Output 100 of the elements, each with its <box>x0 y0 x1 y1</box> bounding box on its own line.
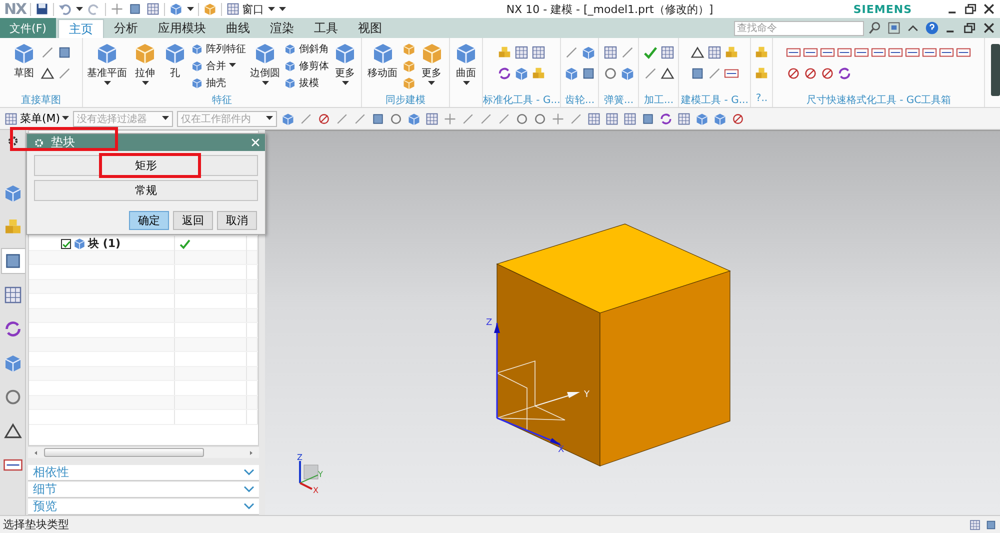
grid-icon[interactable] <box>425 112 440 126</box>
resource-tab[interactable] <box>0 248 24 274</box>
ribbon-tab[interactable]: 分析 <box>104 19 148 38</box>
cube-icon[interactable] <box>564 66 579 81</box>
checkbox[interactable] <box>61 238 71 248</box>
cube-icon[interactable] <box>713 112 728 126</box>
triangle-icon[interactable] <box>660 66 675 81</box>
grid-icon[interactable] <box>531 45 546 60</box>
ribbon-tab[interactable]: 渲染 <box>260 19 304 38</box>
circle-icon[interactable] <box>533 112 548 126</box>
ribbon-tab[interactable]: 主页 <box>58 19 104 38</box>
cube-icon[interactable] <box>695 112 710 126</box>
square-icon[interactable] <box>641 112 656 126</box>
collapsible-section[interactable]: 预览 <box>28 498 259 515</box>
ribbon-button[interactable]: 合并 <box>191 58 246 73</box>
grid-icon[interactable] <box>602 45 618 60</box>
fit-window-icon[interactable] <box>887 21 901 35</box>
ribbon-button[interactable]: 草图 <box>10 41 38 80</box>
plus-icon[interactable] <box>443 112 458 126</box>
circle-icon[interactable] <box>389 112 404 126</box>
menu-button[interactable]: 菜单(M) <box>4 111 70 126</box>
caret-icon[interactable] <box>76 6 84 12</box>
caret-icon[interactable] <box>342 81 348 86</box>
command-search-field[interactable]: 查找命令 <box>734 20 864 36</box>
grid-icon[interactable] <box>623 112 638 126</box>
ribbon-button[interactable]: 边倒圆 <box>248 41 282 86</box>
caret-icon[interactable] <box>462 81 470 86</box>
ribbon-button[interactable]: 修剪体 <box>284 58 329 73</box>
restore-icon[interactable] <box>964 2 978 16</box>
collapsible-section[interactable]: 细节 <box>28 482 259 498</box>
type-option-button[interactable]: 常规 <box>34 180 258 201</box>
line-icon[interactable] <box>620 45 635 60</box>
ribbon-button[interactable]: 拉伸 <box>131 41 159 86</box>
scroll-right-icon[interactable] <box>247 448 255 457</box>
dialog-button[interactable]: 取消 <box>217 211 257 230</box>
triangle-icon[interactable] <box>690 45 706 60</box>
gear-icon[interactable] <box>6 134 20 148</box>
ribbon-button[interactable]: 抽壳 <box>191 75 246 90</box>
tree-node-label[interactable]: 块 (1) <box>88 236 121 251</box>
search-icon[interactable] <box>868 21 882 35</box>
grid-icon[interactable] <box>146 2 160 16</box>
grid-icon[interactable] <box>226 2 240 16</box>
caret-icon[interactable] <box>187 6 194 12</box>
cube-icon[interactable] <box>514 66 530 81</box>
save-icon[interactable] <box>35 2 50 16</box>
cross-circle-icon[interactable] <box>803 66 818 81</box>
caret-icon[interactable] <box>428 81 435 86</box>
cross-circle-icon[interactable] <box>731 112 746 126</box>
ribbon-button[interactable]: 更多 <box>331 41 359 86</box>
ribbon-tab[interactable]: 视图 <box>348 19 392 38</box>
ribbon-button[interactable]: 曲面 <box>452 41 480 86</box>
cross-circle-icon[interactable] <box>820 66 836 81</box>
plus-icon[interactable] <box>551 112 566 126</box>
cube-icon[interactable] <box>620 66 635 81</box>
square-icon[interactable] <box>985 518 997 530</box>
sync-arrows-icon[interactable] <box>837 66 852 81</box>
ribbon-button[interactable]: 基准平面 <box>85 41 129 86</box>
ribbon-button[interactable]: 更多 <box>418 41 446 86</box>
ribbon-tab[interactable]: 工具 <box>304 19 348 38</box>
square-icon[interactable] <box>128 2 142 16</box>
grid-icon[interactable] <box>514 45 530 60</box>
grid-icon[interactable] <box>587 112 602 126</box>
ribbon-button[interactable]: 移动面 <box>366 41 400 80</box>
scroll-left-icon[interactable] <box>32 448 40 457</box>
ribbon-button[interactable]: 拔模 <box>284 75 329 90</box>
triangle-icon[interactable] <box>40 66 55 81</box>
grid-icon[interactable] <box>677 112 692 126</box>
line-icon[interactable] <box>40 45 55 60</box>
cube-icon[interactable] <box>580 45 596 60</box>
cube-icon[interactable] <box>281 112 296 126</box>
dialog-button[interactable]: 确定 <box>129 211 169 230</box>
line-icon[interactable] <box>564 45 579 60</box>
grid-icon[interactable] <box>969 518 981 530</box>
plus-icon[interactable] <box>110 2 124 16</box>
dialog-button[interactable]: 返回 <box>173 211 213 230</box>
circle-icon[interactable] <box>602 66 618 81</box>
ribbon-tab[interactable]: 应用模块 <box>148 19 216 38</box>
square-icon[interactable] <box>371 112 386 126</box>
grid-icon[interactable] <box>660 45 675 60</box>
restore-icon[interactable] <box>963 21 977 35</box>
close-icon[interactable] <box>982 21 996 35</box>
line-icon[interactable] <box>707 66 722 81</box>
cube-icon[interactable] <box>407 112 422 126</box>
circle-icon[interactable] <box>515 112 530 126</box>
sync-arrows-icon[interactable] <box>659 112 674 126</box>
grid-icon[interactable] <box>707 45 722 60</box>
caret-icon[interactable] <box>104 81 110 86</box>
file-menu-button[interactable]: 文件(F) <box>0 18 56 38</box>
collapsible-section[interactable]: 相依性 <box>28 464 259 481</box>
grid-icon[interactable] <box>605 112 620 126</box>
cross-circle-icon[interactable] <box>786 66 802 81</box>
scrollbar-thumb[interactable] <box>44 448 204 458</box>
sync-arrows-icon[interactable] <box>497 66 512 81</box>
cross-circle-icon[interactable] <box>317 112 332 126</box>
ribbon-button[interactable]: 孔 <box>161 41 189 80</box>
close-icon[interactable] <box>982 2 996 16</box>
square-icon[interactable] <box>580 66 596 81</box>
square-icon[interactable] <box>57 45 72 60</box>
window-menu[interactable]: 窗口 <box>226 2 264 16</box>
type-option-button[interactable]: 矩形 <box>34 155 258 176</box>
